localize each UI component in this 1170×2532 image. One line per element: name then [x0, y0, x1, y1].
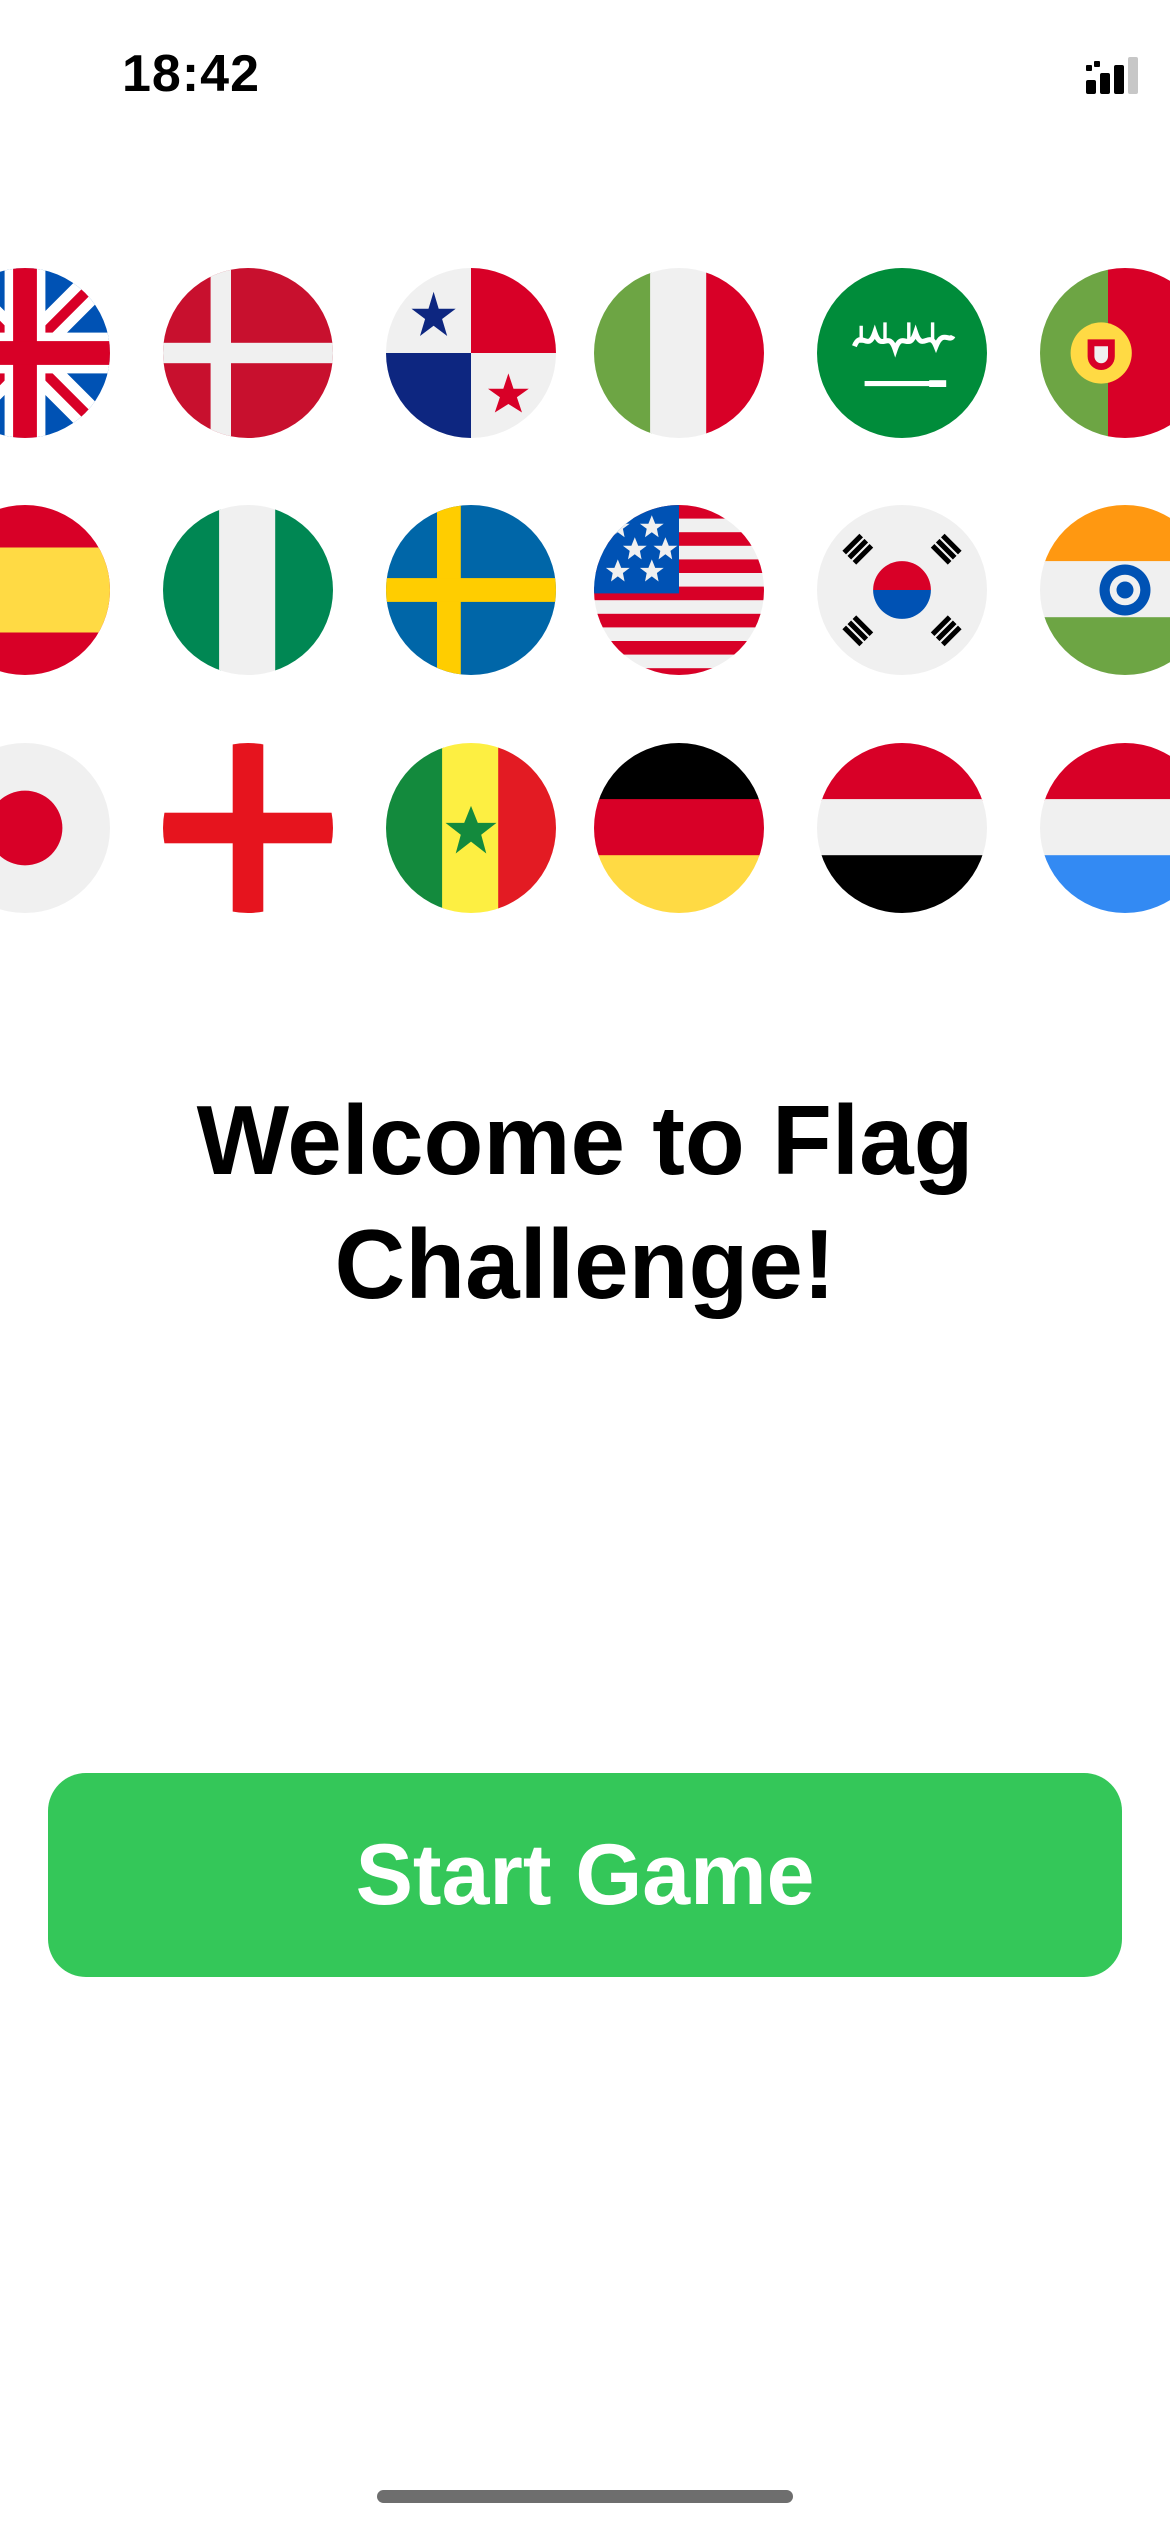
- united-kingdom-flag-icon: [0, 268, 110, 438]
- app-screen: 18:42 95: [0, 0, 1170, 2532]
- spain-flag-icon: [0, 505, 110, 675]
- india-flag-icon: [1040, 505, 1170, 675]
- luxembourg-flag-icon: [1040, 743, 1170, 913]
- denmark-flag-icon: [163, 268, 333, 438]
- senegal-flag-icon: [386, 743, 556, 913]
- signal-icon: [1086, 57, 1138, 94]
- south-korea-flag-icon: [817, 505, 987, 675]
- saudi-arabia-flag-icon: [817, 268, 987, 438]
- italy-flag-icon: [594, 268, 764, 438]
- start-game-button[interactable]: Start Game: [48, 1773, 1122, 1977]
- sweden-flag-icon: [386, 505, 556, 675]
- portugal-flag-icon: [1040, 268, 1170, 438]
- home-indicator[interactable]: [377, 2490, 793, 2503]
- status-time: 18:42: [122, 45, 260, 103]
- welcome-title-line2: Challenge!: [334, 1209, 836, 1319]
- germany-flag-icon: [594, 743, 764, 913]
- yemen-flag-icon: [817, 743, 987, 913]
- nigeria-flag-icon: [163, 505, 333, 675]
- japan-flag-icon: [0, 743, 110, 913]
- welcome-title: Welcome to Flag Challenge!: [0, 1078, 1170, 1326]
- united-states-flag-icon: [594, 505, 764, 675]
- england-flag-icon: [163, 743, 333, 913]
- welcome-title-line1: Welcome to Flag: [196, 1085, 974, 1195]
- panama-flag-icon: [386, 268, 556, 438]
